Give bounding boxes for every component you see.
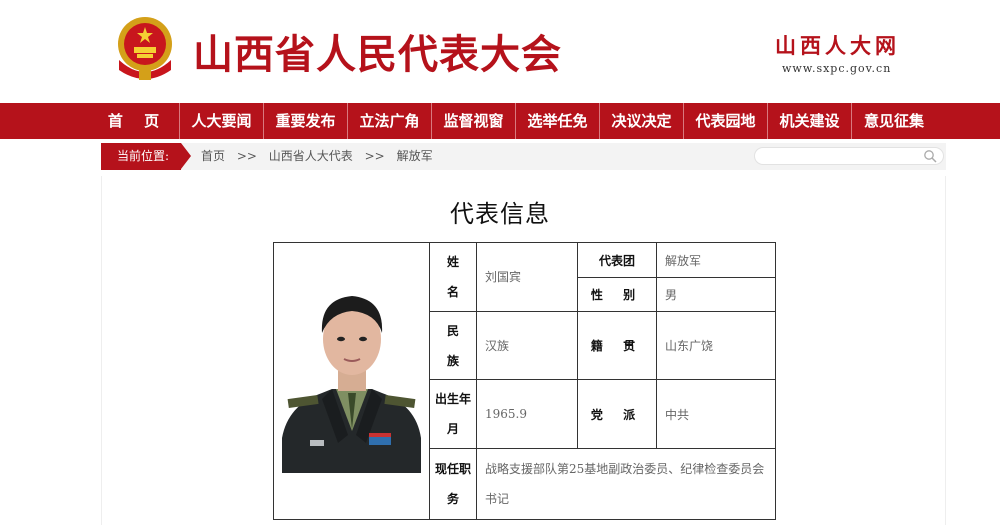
nav-releases[interactable]: 重要发布 bbox=[264, 103, 348, 139]
party-label: 党 派 bbox=[577, 379, 657, 450]
gender-value: 男 bbox=[656, 277, 776, 312]
photo-cell bbox=[273, 242, 430, 520]
page-title: 代表信息 bbox=[450, 200, 550, 228]
breadcrumb-separator: >> bbox=[364, 149, 385, 163]
position-label: 现任职 务 bbox=[429, 448, 477, 520]
breadcrumb: 首页 >> 山西省人大代表 >> 解放军 bbox=[201, 143, 441, 170]
main-nav: 首 页 人大要闻 重要发布 立法广角 监督视窗 选举任免 决议决定 代表园地 机… bbox=[0, 103, 1000, 139]
site-domain[interactable]: www.sxpc.gov.cn bbox=[782, 62, 891, 75]
nav-organization[interactable]: 机关建设 bbox=[768, 103, 852, 139]
breadcrumb-home[interactable]: 首页 bbox=[201, 149, 225, 163]
nav-feedback[interactable]: 意见征集 bbox=[852, 103, 936, 139]
birth-label: 出生年 月 bbox=[429, 379, 477, 450]
site-brand[interactable]: 山西人大网 bbox=[775, 30, 900, 60]
nav-legislation[interactable]: 立法广角 bbox=[348, 103, 432, 139]
origin-label: 籍 贯 bbox=[577, 310, 657, 381]
name-label: 姓 名 bbox=[429, 242, 477, 312]
national-emblem-icon bbox=[118, 17, 172, 80]
nav-home[interactable]: 首 页 bbox=[96, 103, 180, 139]
nav-delegates[interactable]: 代表园地 bbox=[684, 103, 768, 139]
search-icon[interactable] bbox=[923, 149, 937, 163]
breadcrumb-bar: 当前位置: 首页 >> 山西省人大代表 >> 解放军 bbox=[101, 143, 946, 170]
site-header: 山西省人民代表大会 山西人大网 www.sxpc.gov.cn bbox=[0, 0, 1000, 103]
breadcrumb-current[interactable]: 解放军 bbox=[397, 149, 433, 163]
search-input[interactable] bbox=[763, 149, 917, 165]
delegation-label: 代表团 bbox=[577, 241, 657, 279]
ethnicity-value: 汉族 bbox=[476, 310, 578, 381]
delegate-info-table: 姓 名 刘国宾 代表团 解放军 性 别 男 民 族 汉族 籍 贯 山东广饶 出生… bbox=[273, 241, 776, 520]
breadcrumb-arrow bbox=[181, 143, 191, 169]
origin-value: 山东广饶 bbox=[656, 310, 776, 381]
site-title: 山西省人民代表大会 bbox=[193, 31, 562, 78]
position-value: 战略支援部队第25基地副政治委员、纪律检查委员会书记 bbox=[476, 448, 776, 520]
gender-label: 性 别 bbox=[577, 277, 657, 312]
birth-value: 1965.9 bbox=[476, 379, 578, 450]
nav-news[interactable]: 人大要闻 bbox=[180, 103, 264, 139]
breadcrumb-separator: >> bbox=[236, 149, 257, 163]
delegation-value: 解放军 bbox=[656, 241, 776, 279]
nav-resolutions[interactable]: 决议决定 bbox=[600, 103, 684, 139]
breadcrumb-delegates[interactable]: 山西省人大代表 bbox=[269, 149, 353, 163]
nav-supervision[interactable]: 监督视窗 bbox=[432, 103, 516, 139]
party-value: 中共 bbox=[656, 379, 776, 450]
nav-elections[interactable]: 选举任免 bbox=[516, 103, 600, 139]
delegate-photo bbox=[274, 243, 429, 516]
breadcrumb-label: 当前位置: bbox=[101, 143, 181, 170]
search-box bbox=[754, 147, 944, 165]
name-value: 刘国宾 bbox=[476, 242, 578, 312]
ethnicity-label: 民 族 bbox=[429, 310, 477, 381]
